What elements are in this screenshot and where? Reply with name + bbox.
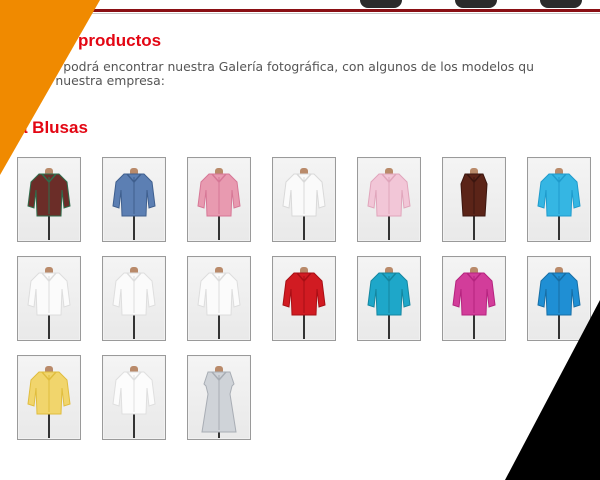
thumbnail-gray-dress[interactable]	[187, 355, 251, 440]
thumbnail-white-blouse-long[interactable]	[17, 256, 81, 341]
intro-text: ación podrá encontrar nuestra Galería fo…	[26, 60, 600, 88]
mannequin-stand	[48, 414, 50, 438]
mannequin-stand	[388, 216, 390, 240]
mannequin-stand	[473, 216, 475, 240]
white-blouse-short-image	[282, 168, 326, 240]
mannequin-stand	[218, 216, 220, 240]
turquoise-ruffle-blouse-image	[367, 267, 411, 339]
header-divider-shadow	[60, 13, 600, 14]
thumbnail-yellow-blouse[interactable]	[17, 355, 81, 440]
intro-line-1: ación podrá encontrar nuestra Galería fo…	[26, 59, 534, 74]
mannequin-stand	[303, 216, 305, 240]
header-photo	[540, 0, 582, 8]
white-blouse-three-quarter-image	[197, 267, 241, 339]
thumbnail-denim-blouse[interactable]	[102, 157, 166, 242]
thumbnail-white-tunic-blouse[interactable]	[102, 256, 166, 341]
thumbnail-pink-stripe-blouse[interactable]	[357, 157, 421, 242]
gray-dress-image	[201, 366, 237, 438]
thumbnail-white-blouse-three-quarter[interactable]	[187, 256, 251, 341]
mannequin-stand	[133, 414, 135, 438]
white-blouse-ruffle-image	[112, 366, 156, 438]
white-blouse-long-image	[27, 267, 71, 339]
intro-line-2: en nuestra empresa:	[36, 73, 165, 88]
thumbnail-white-blouse-short[interactable]	[272, 157, 336, 242]
brown-vest-blouse-image	[460, 168, 488, 240]
white-tunic-blouse-image	[112, 267, 156, 339]
mannequin-stand	[133, 315, 135, 339]
header-divider	[60, 9, 600, 12]
pink-stripe-blouse-image	[367, 168, 411, 240]
mannequin-stand	[303, 315, 305, 339]
denim-blouse-image	[112, 168, 156, 240]
mannequin-stand	[388, 315, 390, 339]
turquoise-blouse-image	[537, 168, 581, 240]
thumbnail-turquoise-blouse[interactable]	[527, 157, 591, 242]
mannequin-stand	[473, 315, 475, 339]
header-photo	[455, 0, 497, 8]
mannequin-stand	[48, 216, 50, 240]
thumbnail-magenta-ruffle-blouse[interactable]	[442, 256, 506, 341]
orange-corner-decoration	[0, 0, 100, 175]
mannequin-stand	[218, 315, 220, 339]
black-corner-decoration	[505, 300, 600, 480]
red-blouse-image	[282, 267, 326, 339]
mannequin-stand	[558, 216, 560, 240]
thumbnail-brown-vest-blouse[interactable]	[442, 157, 506, 242]
pink-blouse-image	[197, 168, 241, 240]
magenta-ruffle-blouse-image	[452, 267, 496, 339]
thumbnail-pink-blouse[interactable]	[187, 157, 251, 242]
yellow-blouse-image	[27, 366, 71, 438]
header-photo	[360, 0, 402, 8]
thumbnail-red-blouse[interactable]	[272, 256, 336, 341]
thumbnail-turquoise-ruffle-blouse[interactable]	[357, 256, 421, 341]
mannequin-stand	[133, 216, 135, 240]
thumbnail-white-blouse-ruffle[interactable]	[102, 355, 166, 440]
mannequin-stand	[48, 315, 50, 339]
